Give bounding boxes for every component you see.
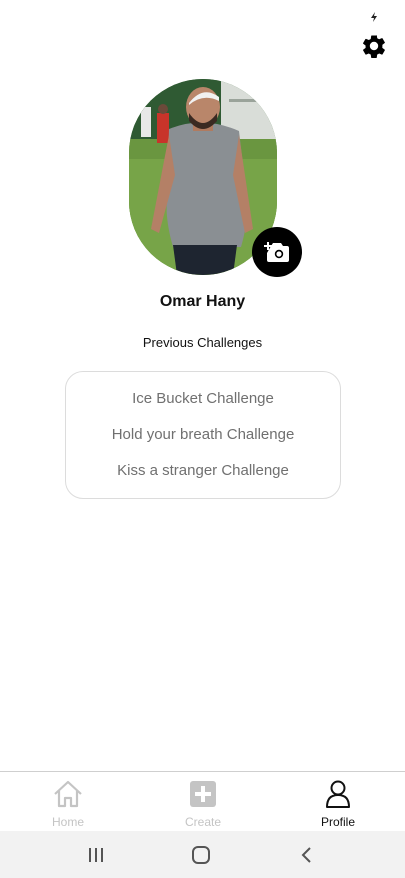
challenge-item[interactable]: Kiss a stranger Challenge xyxy=(66,461,340,497)
nav-profile-label: Profile xyxy=(320,815,355,829)
user-icon xyxy=(326,780,350,808)
system-nav-bar xyxy=(0,831,405,878)
bottom-nav: Home Create Profile xyxy=(0,771,405,831)
plus-square-icon xyxy=(190,781,216,807)
challenge-item[interactable]: Hold your breath Challenge xyxy=(66,425,340,461)
home-circle-icon[interactable] xyxy=(191,846,211,864)
previous-challenges-title: Previous Challenges xyxy=(142,335,263,350)
change-photo-button[interactable] xyxy=(252,227,302,277)
home-icon xyxy=(54,780,82,808)
back-chevron-icon[interactable] xyxy=(297,846,317,864)
nav-home[interactable]: Home xyxy=(28,772,108,832)
profile-screen: Omar Hany Previous Challenges Ice Bucket… xyxy=(0,0,405,878)
nav-home-label: Home xyxy=(51,815,84,829)
nav-profile[interactable]: Profile xyxy=(298,772,378,832)
challenges-list: Ice Bucket Challenge Hold your breath Ch… xyxy=(65,371,341,499)
avatar-container xyxy=(129,79,302,277)
charging-bolt-icon xyxy=(371,12,377,22)
gear-icon[interactable] xyxy=(360,32,388,60)
camera-add-icon xyxy=(264,242,289,262)
challenge-item[interactable]: Ice Bucket Challenge xyxy=(66,389,340,425)
user-name: Omar Hany xyxy=(159,293,246,310)
recents-icon[interactable] xyxy=(86,846,106,864)
nav-create[interactable]: Create xyxy=(163,772,243,832)
nav-create-label: Create xyxy=(184,815,222,829)
